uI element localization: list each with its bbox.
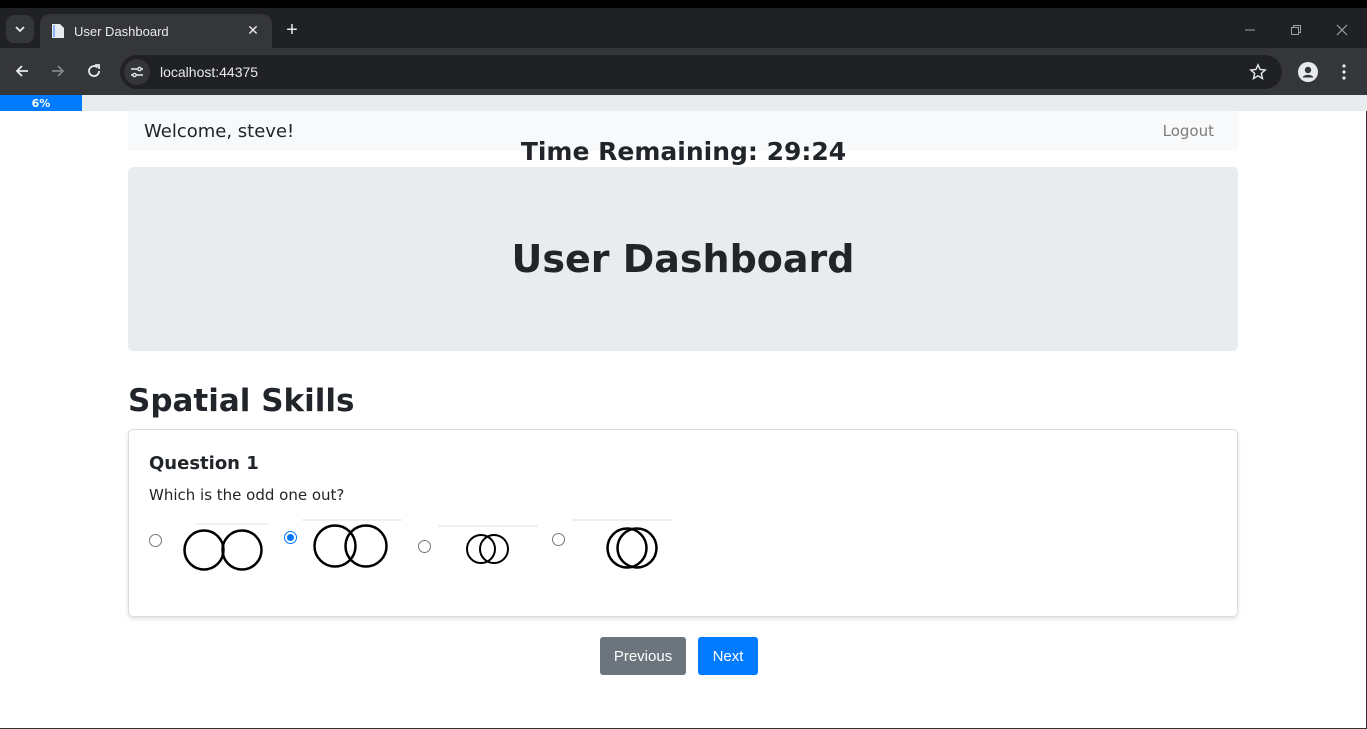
page-title: User Dashboard	[511, 237, 855, 281]
close-window-icon[interactable]	[1330, 18, 1354, 42]
question-text: Which is the odd one out?	[149, 486, 345, 504]
site-info-icon[interactable]	[124, 59, 150, 85]
answer-radio-3[interactable]	[418, 540, 431, 553]
forward-icon[interactable]	[46, 59, 70, 83]
progress-fill: 6%	[0, 95, 83, 111]
bookmark-star-icon[interactable]	[1246, 60, 1270, 84]
profile-icon[interactable]	[1296, 60, 1320, 84]
restore-icon[interactable]	[1284, 18, 1308, 42]
address-bar[interactable]: localhost:44375	[120, 55, 1282, 89]
answer-radio-1[interactable]	[149, 534, 162, 547]
answer-radio-4[interactable]	[552, 533, 565, 546]
time-remaining: Time Remaining: 29:24	[520, 137, 847, 166]
progress-bar: 6%	[0, 95, 1367, 111]
navigation-buttons: Previous Next	[600, 637, 758, 675]
two-overlapping-circles-icon	[302, 519, 402, 568]
new-tab-icon[interactable]: +	[280, 18, 304, 42]
reload-icon[interactable]	[82, 59, 106, 83]
question-title: Question 1	[149, 453, 259, 474]
two-small-overlapping-circles-icon	[438, 525, 538, 564]
answer-options	[149, 519, 749, 582]
browser-tab[interactable]: User Dashboard ✕	[40, 14, 272, 48]
tab-bar: User Dashboard ✕ +	[0, 8, 1367, 48]
answer-radio-2[interactable]	[284, 531, 297, 544]
more-menu-icon[interactable]	[1332, 60, 1356, 84]
back-icon[interactable]	[10, 59, 34, 83]
previous-button[interactable]: Previous	[600, 637, 686, 675]
page-icon	[50, 23, 66, 39]
section-title: Spatial Skills	[128, 383, 355, 419]
browser-toolbar: localhost:44375	[0, 48, 1367, 95]
window-top-strip	[0, 0, 1367, 8]
tab-close-icon[interactable]: ✕	[244, 22, 262, 40]
page-content: 6% Welcome, steve! Logout Time Remaining…	[0, 95, 1367, 729]
question-card: Question 1 Which is the odd one out?	[128, 429, 1238, 617]
chevron-down-icon	[15, 26, 25, 33]
minimize-icon[interactable]	[1238, 18, 1262, 42]
tab-title: User Dashboard	[74, 23, 169, 39]
jumbotron: User Dashboard	[128, 167, 1238, 351]
two-heavily-overlapping-circles-icon	[572, 519, 672, 569]
two-touching-circles-icon	[183, 523, 268, 571]
url-text: localhost:44375	[160, 64, 259, 80]
tab-search-button[interactable]	[6, 15, 34, 43]
next-button[interactable]: Next	[698, 637, 758, 675]
